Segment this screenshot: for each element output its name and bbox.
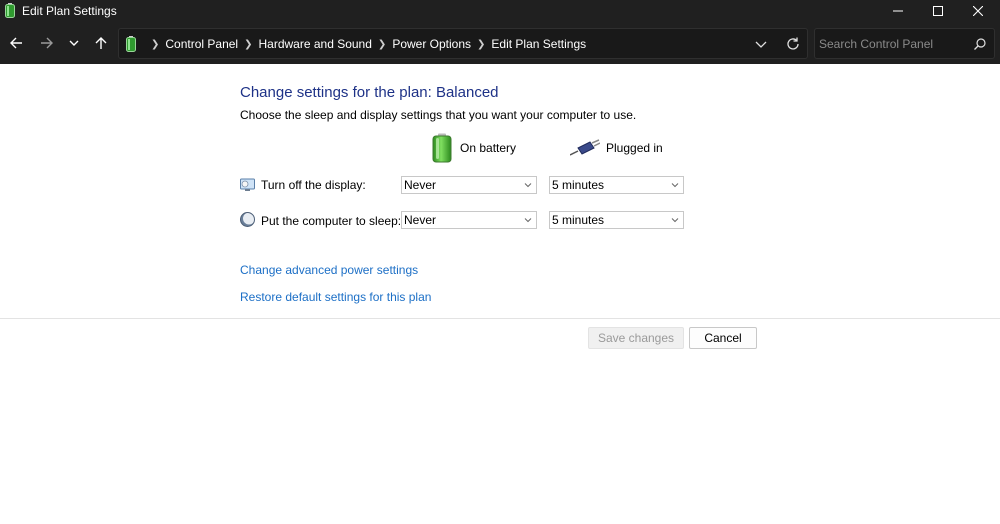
breadcrumb-hardware-and-sound[interactable]: Hardware and Sound [259, 37, 372, 51]
sleep-plugged-select[interactable]: 5 minutes [549, 211, 684, 229]
forward-button[interactable] [37, 33, 57, 53]
maximize-button[interactable] [916, 0, 960, 22]
arrow-up-icon [95, 37, 107, 49]
sleep-battery-value: Never [404, 213, 437, 227]
battery-plan-icon [126, 36, 136, 52]
chevron-down-icon [69, 40, 79, 46]
cancel-button[interactable]: Cancel [689, 327, 757, 349]
sleep-battery-select[interactable]: Never [401, 211, 537, 229]
page-description: Choose the sleep and display settings th… [240, 108, 637, 122]
chevron-down-icon [524, 218, 532, 223]
maximize-icon [933, 6, 943, 16]
breadcrumb: ❯ Control Panel ❯ Hardware and Sound ❯ P… [145, 37, 586, 51]
breadcrumb-power-options[interactable]: Power Options [392, 37, 471, 51]
breadcrumb-separator-icon: ❯ [377, 38, 387, 50]
display-battery-value: Never [404, 178, 437, 192]
minimize-button[interactable] [876, 0, 920, 22]
up-button[interactable] [91, 33, 111, 53]
turn-off-display-label: Turn off the display: [261, 178, 366, 192]
chevron-down-icon [671, 183, 679, 188]
sleep-label: Put the computer to sleep: [261, 214, 402, 228]
footer-divider [0, 318, 1000, 319]
title-bar: Edit Plan Settings [0, 0, 1000, 22]
search-box[interactable] [814, 28, 995, 59]
battery-column-label: On battery [460, 141, 517, 155]
display-icon [240, 178, 255, 191]
plugged-column-label: Plugged in [606, 141, 663, 155]
arrow-right-icon [41, 37, 53, 49]
save-changes-button[interactable]: Save changes [588, 327, 684, 349]
refresh-icon[interactable] [785, 36, 801, 52]
search-input[interactable] [819, 36, 969, 52]
power-plug-icon [570, 139, 600, 156]
minimize-icon [893, 10, 903, 12]
column-header-plugged: Plugged in [570, 133, 663, 163]
breadcrumb-separator-icon: ❯ [244, 38, 253, 50]
address-bar[interactable]: ❯ Control Panel ❯ Hardware and Sound ❯ P… [118, 28, 808, 59]
column-header-battery: On battery [430, 133, 516, 163]
restore-defaults-link[interactable]: Restore default settings for this plan [240, 290, 431, 304]
navigation-bar: ❯ Control Panel ❯ Hardware and Sound ❯ P… [0, 22, 1000, 64]
breadcrumb-control-panel[interactable]: Control Panel [165, 37, 238, 51]
back-button[interactable] [6, 33, 26, 53]
battery-icon [432, 133, 452, 163]
search-icon[interactable] [973, 37, 987, 51]
recent-locations-button[interactable] [64, 33, 84, 53]
sleep-plugged-value: 5 minutes [552, 213, 605, 227]
display-plugged-value: 5 minutes [552, 178, 605, 192]
breadcrumb-separator-icon: ❯ [151, 38, 160, 50]
display-plugged-select[interactable]: 5 minutes [549, 176, 684, 194]
arrow-left-icon [10, 37, 22, 49]
close-icon [973, 6, 983, 16]
battery-plan-icon [5, 3, 15, 18]
window-title: Edit Plan Settings [22, 4, 117, 18]
sleep-moon-icon [240, 212, 255, 227]
page-title: Change settings for the plan: Balanced [240, 84, 499, 101]
breadcrumb-separator-icon: ❯ [477, 38, 486, 50]
breadcrumb-edit-plan-settings[interactable]: Edit Plan Settings [491, 37, 586, 51]
advanced-power-settings-link[interactable]: Change advanced power settings [240, 263, 418, 277]
display-battery-select[interactable]: Never [401, 176, 537, 194]
close-button[interactable] [956, 0, 1000, 22]
chevron-down-icon [524, 183, 532, 188]
chevron-down-icon [671, 218, 679, 223]
address-dropdown-icon[interactable] [753, 36, 769, 52]
